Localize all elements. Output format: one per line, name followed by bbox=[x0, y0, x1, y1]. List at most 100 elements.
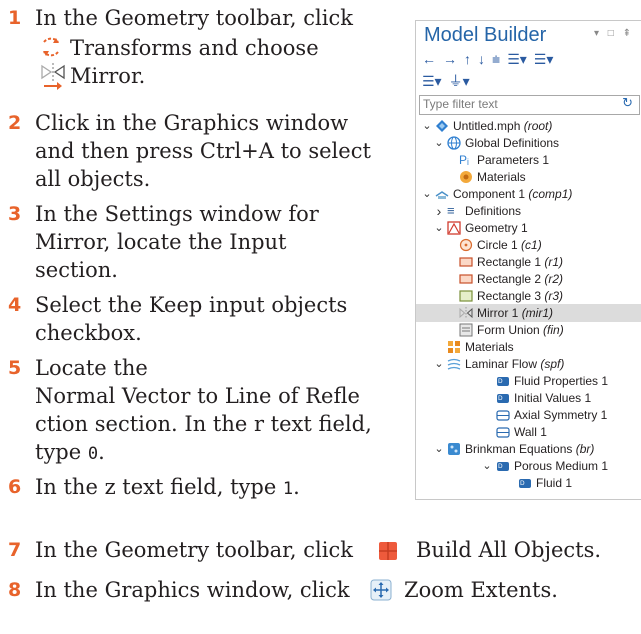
back-arrow-icon[interactable]: ← bbox=[422, 51, 436, 67]
tree-item-form-union[interactable]: Form Union (fin) bbox=[416, 321, 641, 339]
tree-item-wall[interactable]: Wall 1 bbox=[416, 423, 641, 441]
add-node-icon[interactable]: ⏚▾ bbox=[449, 73, 470, 89]
svg-text:D: D bbox=[520, 480, 525, 487]
expand-arrow[interactable]: ⌄ bbox=[422, 117, 432, 135]
tree-item-definitions[interactable]: › ≡ Definitions bbox=[416, 202, 641, 220]
tree-item-root[interactable]: ⌄ Untitled.mph (root) bbox=[416, 117, 641, 135]
tree-item-porous-medium[interactable]: ⌄ D Porous Medium 1 bbox=[416, 457, 641, 475]
tree-item-parameters[interactable]: Pᵢ Parameters 1 bbox=[416, 151, 641, 169]
expand-arrow[interactable]: › bbox=[434, 202, 444, 220]
brinkman-icon bbox=[448, 443, 460, 455]
domain-feature-icon: D bbox=[497, 462, 509, 471]
tree-item-fluid[interactable]: D Fluid 1 bbox=[416, 474, 641, 492]
expand-arrow[interactable]: ⌄ bbox=[434, 355, 444, 373]
tree-item-fluid-properties[interactable]: D Fluid Properties 1 bbox=[416, 372, 641, 390]
filter-input[interactable]: Type filter text ↻ bbox=[419, 95, 640, 115]
tree-item-initial-values[interactable]: D Initial Values 1 bbox=[416, 389, 641, 407]
step-text: Build All Objects. bbox=[416, 538, 602, 562]
mirror-icon bbox=[40, 60, 66, 90]
code-value: 1 bbox=[282, 479, 294, 499]
tree-label-text: Untitled.mph bbox=[453, 119, 521, 133]
tree-item-geometry[interactable]: ⌄ Geometry 1 bbox=[416, 219, 641, 237]
step-number: 7 bbox=[8, 539, 22, 561]
step-text-part: . bbox=[98, 440, 105, 464]
step-text: In the Geometry toolbar, click bbox=[35, 538, 353, 562]
tree-label: Materials bbox=[465, 340, 514, 354]
collapse-icon[interactable]: ☰▾ bbox=[534, 51, 554, 67]
tree-label-tag: (spf) bbox=[540, 357, 565, 371]
tree-item-rectangle-1[interactable]: Rectangle 1 (r1) bbox=[416, 253, 641, 271]
window-controls[interactable]: ▾ □ ⇞ bbox=[594, 28, 634, 39]
tree-item-axial-symmetry[interactable]: Axial Symmetry 1 bbox=[416, 406, 641, 424]
move-down-icon[interactable]: ↓ bbox=[478, 51, 485, 67]
move-up-icon[interactable]: ↑ bbox=[464, 51, 471, 67]
tree-label-tag: (fin) bbox=[543, 323, 564, 337]
step-text: Mirror, locate the Input bbox=[35, 230, 287, 254]
expand-arrow[interactable]: ⌄ bbox=[434, 440, 444, 458]
forward-arrow-icon[interactable]: → bbox=[443, 51, 457, 67]
model-icon bbox=[436, 120, 448, 132]
expand-arrow[interactable]: ⌄ bbox=[482, 457, 492, 475]
rectangle-icon bbox=[459, 257, 473, 267]
step-text: type 0. bbox=[35, 438, 105, 468]
expand-arrow[interactable]: ⌄ bbox=[422, 185, 432, 203]
refresh-icon[interactable]: ↻ bbox=[622, 95, 633, 111]
show-more-icon[interactable]: ⩧ bbox=[492, 51, 500, 67]
tree-item-laminar-flow[interactable]: ⌄ Laminar Flow (spf) bbox=[416, 355, 641, 373]
tree-item-circle[interactable]: Circle 1 (c1) bbox=[416, 236, 641, 254]
form-union-icon bbox=[459, 323, 473, 337]
tree-label-tag: (comp1) bbox=[528, 187, 573, 201]
panel-title: Model Builder bbox=[424, 24, 547, 46]
tree-label: Laminar Flow (spf) bbox=[465, 355, 564, 373]
tree-label: Circle 1 (c1) bbox=[477, 236, 542, 254]
tree-item-global-definitions[interactable]: ⌄ Global Definitions bbox=[416, 134, 641, 152]
step-number: 4 bbox=[8, 294, 22, 316]
materials-icon bbox=[448, 341, 460, 353]
tree-label: Parameters 1 bbox=[477, 153, 550, 167]
tree-label-text: Rectangle 1 bbox=[477, 255, 542, 269]
tree-label: Definitions bbox=[465, 204, 522, 218]
tree-label: Initial Values 1 bbox=[514, 391, 592, 405]
expand-arrow[interactable]: ⌄ bbox=[434, 219, 444, 237]
list-icon[interactable]: ☰▾ bbox=[422, 73, 442, 89]
step-number: 8 bbox=[8, 579, 22, 601]
rectangle-icon bbox=[459, 274, 473, 284]
toolbar-row-1: ← → ↑ ↓ ⩧ ☰▾ ☰▾ bbox=[422, 51, 560, 68]
tree-item-rectangle-3[interactable]: Rectangle 3 (r3) bbox=[416, 287, 641, 305]
tree-label-tag: (c1) bbox=[521, 238, 542, 252]
tree-label: Materials bbox=[477, 170, 526, 184]
code-value: 0 bbox=[87, 444, 99, 464]
parameters-icon: Pᵢ bbox=[459, 153, 469, 167]
definitions-icon: ≡ bbox=[447, 203, 455, 218]
step-text: Zoom Extents. bbox=[404, 578, 558, 602]
step-text: checkbox. bbox=[35, 321, 142, 345]
tree-item-global-materials[interactable]: Materials bbox=[416, 168, 641, 186]
tree-label-tag: (r2) bbox=[544, 272, 564, 286]
step-text: Normal Vector to Line of Refle bbox=[35, 384, 360, 408]
model-builder-panel: Model Builder ▾ □ ⇞ ← → ↑ ↓ ⩧ ☰▾ ☰▾ ☰▾ ⏚▾ Type … bbox=[415, 20, 641, 500]
step-text: Mirror. bbox=[70, 64, 146, 88]
filter-placeholder: Type filter text bbox=[423, 97, 498, 111]
step-text: In the Geometry toolbar, click bbox=[35, 6, 353, 30]
step-text: Click in the Graphics window bbox=[35, 111, 349, 135]
svg-text:D: D bbox=[498, 395, 503, 402]
tree-label-text: Circle 1 bbox=[477, 238, 518, 252]
step-text: section. bbox=[35, 258, 118, 282]
tree-item-brinkman[interactable]: ⌄ Brinkman Equations (br) bbox=[416, 440, 641, 458]
toolbar-row-2: ☰▾ ⏚▾ bbox=[422, 71, 477, 91]
boundary-feature-icon bbox=[496, 427, 510, 438]
tree-item-materials[interactable]: Materials bbox=[416, 338, 641, 356]
tree-item-mirror[interactable]: Mirror 1 (mir1) bbox=[416, 304, 641, 322]
tree-item-rectangle-2[interactable]: Rectangle 2 (r2) bbox=[416, 270, 641, 288]
tree-label: Rectangle 1 (r1) bbox=[477, 253, 563, 271]
tree-label-tag: (mir1) bbox=[521, 306, 554, 320]
step-text: In the Settings window for bbox=[35, 202, 319, 226]
expand-arrow[interactable]: ⌄ bbox=[434, 134, 444, 152]
mirror-icon bbox=[459, 307, 473, 319]
tree-item-component[interactable]: ⌄ Component 1 (comp1) bbox=[416, 185, 641, 203]
boundary-feature-icon bbox=[496, 410, 510, 421]
expand-icon[interactable]: ☰▾ bbox=[507, 51, 527, 67]
step-number: 1 bbox=[8, 7, 22, 29]
tree-label-tag: (root) bbox=[523, 119, 553, 133]
rectangle-icon bbox=[459, 290, 473, 302]
